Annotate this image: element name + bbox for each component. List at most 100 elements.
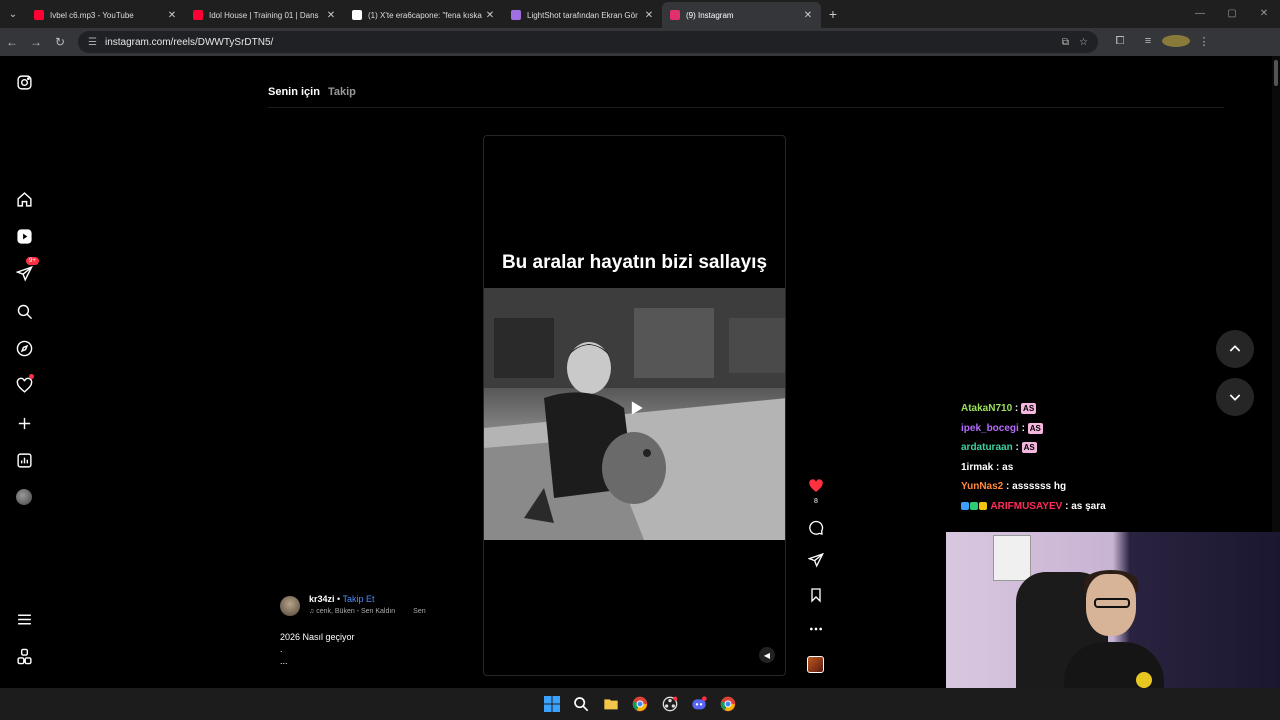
badge-icon	[961, 501, 969, 510]
chat-message: ipek_bocegi : AS	[961, 422, 1043, 434]
previous-reel-button[interactable]	[1216, 330, 1254, 368]
follow-button[interactable]: Takip Et	[343, 594, 375, 604]
description-line: .	[280, 644, 283, 654]
music-line[interactable]: ♫ cenk, Büken - Sen Kaldın Sen	[309, 608, 426, 615]
audio-thumbnail[interactable]	[807, 656, 824, 673]
chat-username: ipek_bocegi	[961, 422, 1019, 434]
tab-close-icon[interactable]: ✕	[167, 10, 177, 21]
tab-for-you[interactable]: Senin için	[268, 86, 320, 98]
site-info-icon[interactable]: ☰	[88, 37, 97, 48]
reels-icon[interactable]	[14, 226, 34, 246]
reel-description: 2026 Nasıl geçiyor . ...	[280, 631, 355, 667]
address-bar[interactable]: ☰ instagram.com/reels/DWWTySrDTN5/ ⧉ ☆	[78, 31, 1098, 53]
obs-icon[interactable]	[661, 695, 679, 713]
browser-tab[interactable]: LightShot tarafından Ekran Gör ✕	[503, 2, 662, 28]
tab-following[interactable]: Takip	[328, 86, 356, 98]
tab-close-icon[interactable]: ✕	[485, 10, 495, 21]
reel-video[interactable]: Bu aralar hayatın bizi sallayış ◀	[483, 135, 786, 676]
minimize-icon[interactable]: —	[1184, 0, 1216, 28]
reel-video-frame[interactable]	[484, 288, 785, 540]
discord-icon[interactable]	[690, 695, 708, 713]
chat-username: ARIFMUSAYEV	[990, 500, 1063, 512]
home-icon[interactable]	[14, 189, 34, 209]
profile-avatar-icon[interactable]	[1162, 34, 1190, 50]
tab-search-icon[interactable]: ⌄	[0, 0, 26, 28]
chat-username: 1irmak	[961, 461, 994, 473]
dashboard-icon[interactable]	[14, 450, 34, 470]
forward-icon[interactable]: →	[24, 35, 48, 49]
reading-list-icon[interactable]: ≡	[1134, 35, 1162, 50]
profile-avatar[interactable]	[14, 487, 34, 507]
notification-dot	[29, 374, 34, 379]
install-app-icon[interactable]: ⧉	[1062, 37, 1069, 48]
tab-title: (9) Instagram	[686, 10, 734, 20]
instagram-logo-icon[interactable]	[14, 72, 34, 92]
badge-icon	[979, 501, 987, 510]
file-explorer-icon[interactable]	[602, 695, 620, 713]
windows-taskbar	[0, 688, 1280, 720]
window-controls: — ▢ ✕	[1184, 0, 1280, 28]
instagram-favicon-icon	[670, 10, 680, 20]
maximize-icon[interactable]: ▢	[1216, 0, 1248, 28]
chat-message: ardaturaan : AS	[961, 442, 1037, 453]
more-menu-icon[interactable]	[14, 609, 34, 629]
browser-toolbar: ← → ↻ ☰ instagram.com/reels/DWWTySrDTN5/…	[0, 28, 1280, 56]
chrome-active-icon[interactable]	[719, 695, 737, 713]
chat-emote: AS	[1021, 403, 1037, 414]
music-title-trail: Sen	[413, 608, 426, 615]
tab-close-icon[interactable]: ✕	[326, 10, 336, 21]
music-title: cenk, Büken - Sen Kaldın	[316, 608, 396, 615]
chrome-icon[interactable]	[631, 695, 649, 713]
description-line: 2026 Nasıl geçiyor	[280, 632, 355, 642]
reload-icon[interactable]: ↻	[48, 35, 72, 49]
url-text: instagram.com/reels/DWWTySrDTN5/	[104, 36, 274, 48]
comment-icon[interactable]	[806, 518, 826, 538]
also-from-meta-icon[interactable]	[14, 646, 34, 666]
close-window-icon[interactable]: ✕	[1248, 0, 1280, 28]
chevron-up-icon	[1229, 345, 1241, 352]
description-more[interactable]: ...	[280, 655, 355, 667]
tab-close-icon[interactable]: ✕	[644, 10, 654, 21]
chat-username: ardaturaan	[961, 442, 1013, 453]
more-options-icon[interactable]	[806, 619, 826, 639]
author-avatar[interactable]	[280, 596, 300, 616]
browser-tab-active[interactable]: (9) Instagram ✕	[662, 2, 821, 28]
share-icon[interactable]	[806, 550, 826, 570]
next-reel-button[interactable]	[1216, 378, 1254, 416]
tab-close-icon[interactable]: ✕	[803, 10, 813, 21]
chat-text: as şara	[1071, 500, 1106, 512]
bookmark-star-icon[interactable]: ☆	[1079, 37, 1088, 48]
taskbar-search-icon[interactable]	[572, 695, 590, 713]
extensions-icon[interactable]: ⧠	[1106, 35, 1134, 50]
browser-tab-bar: ⌄ Ivbel c6.mp3 - YouTube ✕ Idol House | …	[0, 0, 1280, 28]
play-icon[interactable]	[622, 394, 650, 422]
save-bookmark-icon[interactable]	[806, 585, 826, 605]
shirt-logo	[1136, 672, 1152, 688]
tab-title: Ivbel c6.mp3 - YouTube	[50, 10, 134, 20]
chat-message: YunNas2 : assssss hg	[961, 481, 1067, 492]
back-icon[interactable]: ←	[0, 35, 24, 49]
browser-tab[interactable]: (1) X'te era6capone: "fena kıska ✕	[344, 2, 503, 28]
like-heart-icon[interactable]	[806, 476, 826, 496]
browser-tab[interactable]: Ivbel c6.mp3 - YouTube ✕	[26, 2, 185, 28]
tab-title: Idol House | Training 01 | Dans	[209, 10, 319, 20]
like-count: 8	[814, 498, 818, 505]
chat-message: ARIFMUSAYEV : as şara	[961, 497, 1106, 517]
tab-title: (1) X'te era6capone: "fena kıska	[368, 10, 482, 20]
mute-icon[interactable]: ◀	[759, 647, 775, 663]
author-username[interactable]: kr34zi	[309, 594, 335, 604]
messages-icon[interactable]: 9+	[14, 257, 39, 283]
create-plus-icon[interactable]	[14, 413, 34, 433]
stream-chat-overlay: AtakaN710 : AS ipek_bocegi : AS ardatura…	[961, 399, 1106, 516]
divider	[268, 107, 1224, 108]
tab-title: LightShot tarafından Ekran Gör	[527, 10, 638, 20]
notifications-heart-icon[interactable]	[14, 374, 34, 395]
chat-emote: AS	[1027, 422, 1043, 434]
search-icon[interactable]	[14, 301, 34, 321]
glasses	[1094, 598, 1130, 608]
new-tab-icon[interactable]: +	[821, 6, 845, 22]
browser-tab[interactable]: Idol House | Training 01 | Dans ✕	[185, 2, 344, 28]
explore-icon[interactable]	[14, 338, 34, 358]
menu-kebab-icon[interactable]: ⋮	[1190, 35, 1218, 50]
windows-start-icon[interactable]	[543, 695, 561, 713]
